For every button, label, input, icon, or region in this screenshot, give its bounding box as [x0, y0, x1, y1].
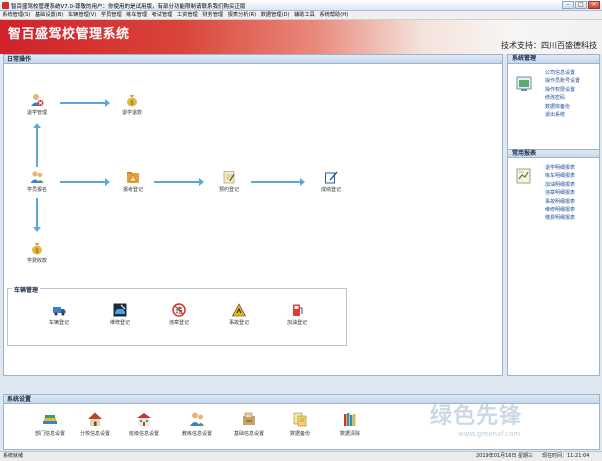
flow-arrow [154, 178, 204, 186]
coach-icon [189, 411, 205, 427]
link-dropout-report[interactable]: 退学明细报表 [545, 164, 575, 172]
link-exit[interactable]: 退出系统 [545, 111, 580, 119]
money-bag-icon: $ [30, 241, 44, 255]
title-bar: 智百盛驾校管理系统V7.0-尊敬的用户：你使用的是试用版，有部分功能限制请联系我… [0, 0, 602, 11]
violation-register-button[interactable]: 违 违章登记 [162, 303, 196, 326]
vehicle-management-group: 车辆管理 车辆登记 维修登记 违 违章登记 事故登记 [7, 285, 347, 346]
settings-box-icon [241, 411, 257, 427]
report-chart-icon [515, 167, 533, 185]
flow-arrow [33, 123, 41, 167]
link-repair-report[interactable]: 维修明细报表 [545, 206, 575, 214]
coach-settings-button[interactable]: 教练信息设置 [177, 411, 217, 437]
menu-finance[interactable]: 财务管理 [200, 11, 225, 19]
status-bar: 系统就绪 2019年01月16日 星期三 现在时间：11:21:04 [0, 451, 602, 461]
daily-operations-panel: 日常操作 退学管理 $ 退学退款 学员报名 报考登记 预约登记 成绩登记 $ 学… [3, 54, 503, 376]
vehicle-management-header: 车辆管理 [12, 285, 41, 294]
database-backup-icon [292, 411, 308, 427]
tech-support-text: 技术支持：四川百盛德科技 [501, 41, 597, 50]
close-button[interactable]: × [588, 1, 600, 9]
edit-icon [324, 170, 338, 184]
violation-icon: 违 [172, 303, 186, 317]
fee-node[interactable]: $ 学费收款 [20, 241, 54, 264]
warning-folder-icon [126, 170, 140, 184]
data-backup-button[interactable]: 数据备份 [280, 411, 320, 437]
branch-settings-button[interactable]: 分校信息设置 [75, 411, 115, 437]
window-title: 智百盛驾校管理系统V7.0-尊敬的用户：你使用的是试用版，有部分功能限制请联系我… [11, 4, 246, 10]
watermark-url: www.greenxf.com [458, 430, 521, 438]
data-clear-button[interactable]: 数据清除 [330, 411, 370, 437]
user-remove-icon [30, 93, 44, 107]
system-settings-icon [515, 75, 533, 93]
banner: 智百盛驾校管理系统 技术支持：四川百盛德科技 [0, 20, 602, 54]
maximize-button[interactable]: □ [575, 1, 587, 9]
dropout-node[interactable]: 退学管理 [20, 93, 54, 116]
accident-register-button[interactable]: 事故登记 [222, 303, 256, 326]
flow-arrow [33, 198, 41, 232]
svg-text:$: $ [130, 100, 134, 107]
prepare-node[interactable]: 预约登记 [212, 170, 246, 193]
flow-arrow [251, 178, 305, 186]
menu-basic-settings[interactable]: 基础设置(B) [33, 11, 66, 19]
menu-help[interactable]: 系统帮助(H) [317, 11, 350, 19]
link-permissions[interactable]: 操作权限设置 [545, 86, 580, 94]
menu-practice[interactable]: 练车管理 [124, 11, 149, 19]
brand-title: 智百盛驾校管理系统 [8, 27, 130, 42]
money-bag-icon: $ [125, 93, 139, 107]
dept-settings-button[interactable]: 部门信息设置 [30, 411, 70, 437]
daily-operations-header: 日常操作 [4, 55, 502, 64]
basic-settings-button[interactable]: 基础信息设置 [229, 411, 269, 437]
enroll-node[interactable]: 学员报名 [20, 170, 54, 193]
flow-arrow [60, 99, 110, 107]
menu-vehicle[interactable]: 车辆管理(V) [66, 11, 99, 19]
link-db-backup[interactable]: 数据库备份 [545, 103, 580, 111]
refund-node[interactable]: $ 退学退款 [115, 93, 149, 116]
data-clear-icon [342, 411, 358, 427]
flow-arrow [60, 178, 110, 186]
menu-report[interactable]: 报表分析(R) [225, 11, 258, 19]
truck-icon [52, 303, 66, 317]
svg-text:$: $ [35, 248, 39, 255]
common-reports-header: 常用报表 [508, 149, 599, 158]
menu-tools[interactable]: 辅助工具 [292, 11, 317, 19]
menu-student[interactable]: 学员管理 [99, 11, 124, 19]
menu-salary[interactable]: 工资管理 [175, 11, 200, 19]
link-fuel-report[interactable]: 加油明细报表 [545, 181, 575, 189]
status-time: 现在时间：11:21:04 [542, 453, 590, 459]
house-icon [87, 411, 103, 427]
accident-warning-icon [231, 303, 247, 317]
status-date: 2019年01月16日 星期三 [476, 453, 534, 459]
fuel-pump-icon [290, 303, 304, 317]
car-repair-icon [113, 303, 127, 317]
menu-exam[interactable]: 考试管理 [149, 11, 174, 19]
notepad-icon [222, 170, 236, 184]
right-panel: 系统管理 公司信息设置 操作员账号设置 操作权限设置 修改密码 数据库备份 退出… [507, 54, 600, 376]
status-text: 系统就绪 [3, 453, 24, 459]
books-icon [42, 411, 58, 427]
link-change-password[interactable]: 修改密码 [545, 94, 580, 102]
link-company-info[interactable]: 公司信息设置 [545, 69, 580, 77]
class-settings-button[interactable]: 班级信息设置 [124, 411, 164, 437]
app-icon [2, 2, 9, 9]
report-node[interactable]: 报考登记 [116, 170, 150, 193]
link-violation-report[interactable]: 违章明细报表 [545, 189, 575, 197]
link-payment-report[interactable]: 缴费明细报表 [545, 214, 575, 222]
common-reports-section: 常用报表 退学明细报表 练车明细报表 加油明细报表 违章明细报表 事故明细报表 … [508, 149, 599, 221]
score-node[interactable]: 成绩登记 [314, 170, 348, 193]
link-accident-report[interactable]: 事故明细报表 [545, 198, 575, 206]
building-icon [136, 411, 152, 427]
system-management-section: 系统管理 公司信息设置 操作员账号设置 操作权限设置 修改密码 数据库备份 退出… [508, 55, 599, 118]
fuel-register-button[interactable]: 加油登记 [280, 303, 314, 326]
repair-register-button[interactable]: 维修登记 [103, 303, 137, 326]
menu-system[interactable]: 系统管理(S) [0, 11, 33, 19]
system-management-header: 系统管理 [508, 55, 599, 64]
minimize-button[interactable]: – [562, 1, 574, 9]
vehicle-register-button[interactable]: 车辆登记 [42, 303, 76, 326]
menu-bar: 系统管理(S) 基础设置(B) 车辆管理(V) 学员管理 练车管理 考试管理 工… [0, 11, 602, 20]
link-practice-report[interactable]: 练车明细报表 [545, 172, 575, 180]
menu-data[interactable]: 数据管理(D) [258, 11, 291, 19]
watermark-logo: 绿色先锋 [430, 404, 523, 429]
link-operator-account[interactable]: 操作员账号设置 [545, 77, 580, 85]
users-icon [30, 170, 44, 184]
